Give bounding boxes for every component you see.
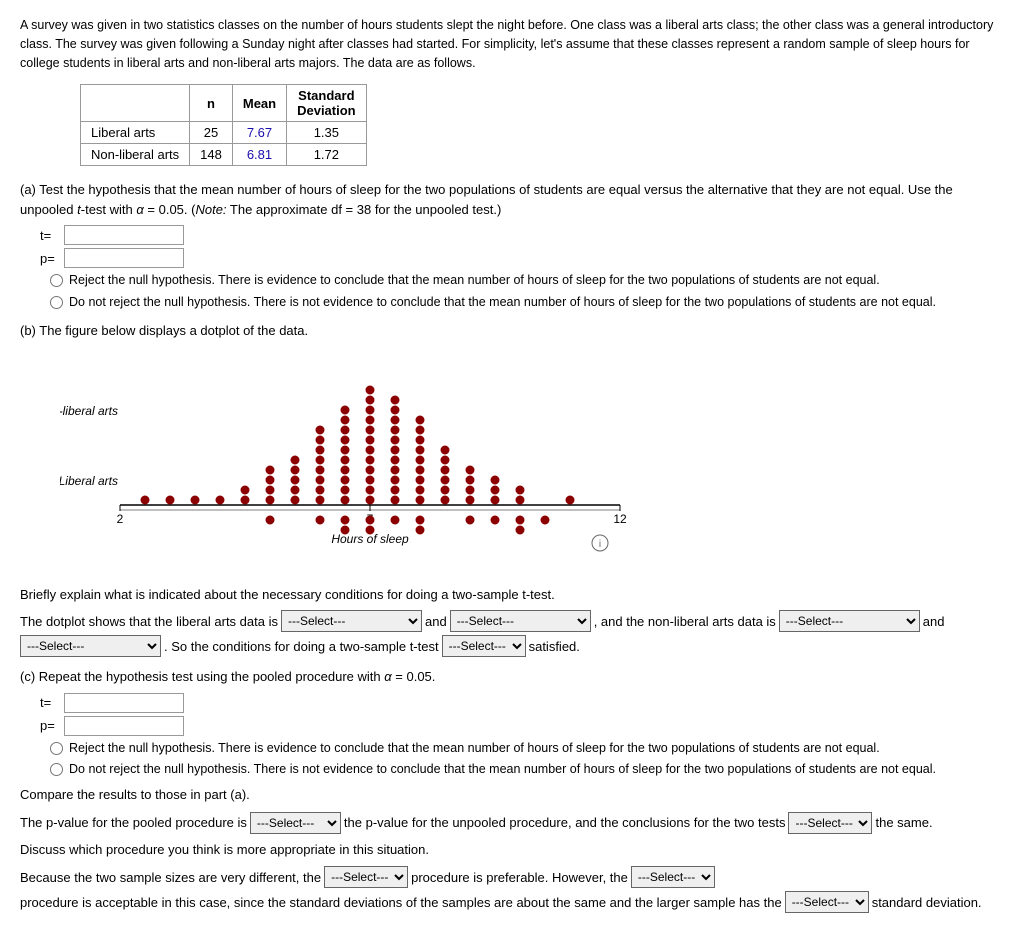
data-table: n Mean StandardDeviation Liberal arts 25…	[80, 84, 367, 166]
svg-text:i: i	[599, 539, 601, 550]
row-mean-liberal: 7.67	[232, 122, 286, 144]
discuss-mid2: procedure is acceptable in this case, si…	[20, 895, 782, 910]
discuss-mid1: procedure is preferable. However, the	[411, 870, 628, 885]
intro-text: A survey was given in two statistics cla…	[20, 16, 1004, 72]
t-input-row-c: t=	[40, 693, 1004, 713]
pvalue-start: The p-value for the pooled procedure is	[20, 815, 247, 830]
t-input-row-a: t=	[40, 225, 1004, 245]
radio-row-c1: Reject the null hypothesis. There is evi…	[50, 740, 1004, 758]
part-b-label: (b)	[20, 323, 36, 338]
part-a-label: (a)	[20, 182, 36, 197]
select-proc1[interactable]: ---Select--- pooled unpooled	[324, 866, 408, 888]
svg-text:12: 12	[613, 512, 627, 526]
col-header-0	[81, 85, 190, 122]
radio-a2[interactable]	[50, 296, 63, 309]
part-b-header: (b) The figure below displays a dotplot …	[20, 321, 1004, 341]
select-stdev[interactable]: ---Select--- larger smaller	[785, 891, 869, 913]
t-input-c[interactable]	[64, 693, 184, 713]
explain-l2-satisfied: satisfied.	[529, 639, 580, 654]
discuss-end: standard deviation.	[872, 895, 982, 910]
p-label-a: p=	[40, 251, 60, 266]
select-liberal-1[interactable]: ---Select--- approximately normal skewed…	[281, 610, 422, 632]
dotplot-container: 2 7 12 Hours of sleep i Non-liberal arts…	[60, 355, 964, 575]
row-mean-nonliberal: 6.81	[232, 144, 286, 166]
part-c-block: (c) Repeat the hypothesis test using the…	[20, 667, 1004, 913]
t-label-c: t=	[40, 695, 60, 710]
dotplot-svg: 2 7 12 Hours of sleep i Non-liberal arts…	[60, 355, 660, 575]
select-conditions[interactable]: ---Select--- are are not	[442, 635, 526, 657]
radio-c2-text: Do not reject the null hypothesis. There…	[69, 761, 936, 779]
discuss-label: Discuss which procedure you think is mor…	[20, 840, 1004, 861]
part-b-block: (b) The figure below displays a dotplot …	[20, 321, 1004, 657]
col-header-sd: StandardDeviation	[287, 85, 367, 122]
p-input-a[interactable]	[64, 248, 184, 268]
select-pvalue-compare[interactable]: ---Select--- less than greater than equa…	[250, 812, 341, 834]
row-n-nonliberal: 148	[190, 144, 233, 166]
p-input-c[interactable]	[64, 716, 184, 736]
row-label-liberal: Liberal arts	[81, 122, 190, 144]
explain-line1: The dotplot shows that the liberal arts …	[20, 610, 1004, 632]
p-label-c: p=	[40, 718, 60, 733]
p-input-row-c: p=	[40, 716, 1004, 736]
radio-c1[interactable]	[50, 742, 63, 755]
svg-text:Liberal arts: Liberal arts	[60, 474, 118, 488]
explain-l1-start: The dotplot shows that the liberal arts …	[20, 614, 278, 629]
part-a-block: (a) Test the hypothesis that the mean nu…	[20, 180, 1004, 311]
select-liberal-2[interactable]: ---Select--- approximately normal skewed…	[450, 610, 591, 632]
radio-c1-text: Reject the null hypothesis. There is evi…	[69, 740, 880, 758]
radio-row-a2: Do not reject the null hypothesis. There…	[50, 294, 1004, 312]
svg-text:Non-liberal arts: Non-liberal arts	[60, 404, 118, 418]
explain-l2-so: . So the conditions for doing a two-samp…	[164, 639, 439, 654]
discuss-start: Because the two sample sizes are very di…	[20, 870, 321, 885]
part-a-header: (a) Test the hypothesis that the mean nu…	[20, 180, 1004, 219]
explain-line2: ---Select--- approximately normal skewed…	[20, 635, 1004, 657]
table-row-nonliberal: Non-liberal arts 148 6.81 1.72	[81, 144, 367, 166]
part-c-question: Repeat the hypothesis test using the poo…	[39, 669, 436, 684]
select-proc2[interactable]: ---Select--- pooled unpooled	[631, 866, 715, 888]
select-nonliberal-1[interactable]: ---Select--- approximately normal skewed…	[779, 610, 920, 632]
radio-a2-text: Do not reject the null hypothesis. There…	[69, 294, 936, 312]
discuss-line: Because the two sample sizes are very di…	[20, 866, 1004, 913]
part-b-question: The figure below displays a dotplot of t…	[39, 323, 308, 338]
select-nonliberal-2[interactable]: ---Select--- approximately normal skewed…	[20, 635, 161, 657]
row-sd-liberal: 1.35	[287, 122, 367, 144]
pvalue-compare-line: The p-value for the pooled procedure is …	[20, 812, 1004, 834]
select-same[interactable]: ---Select--- are are not	[788, 812, 872, 834]
explain-l1-and2: , and the non-liberal arts data is	[594, 614, 776, 629]
svg-text:2: 2	[117, 512, 124, 526]
radio-a1[interactable]	[50, 274, 63, 287]
radio-a1-text: Reject the null hypothesis. There is evi…	[69, 272, 880, 290]
part-c-label: (c)	[20, 669, 35, 684]
radio-row-a1: Reject the null hypothesis. There is evi…	[50, 272, 1004, 290]
pvalue-end: the same.	[875, 815, 932, 830]
part-c-header: (c) Repeat the hypothesis test using the…	[20, 667, 1004, 687]
row-sd-nonliberal: 1.72	[287, 144, 367, 166]
explain-label: Briefly explain what is indicated about …	[20, 585, 1004, 605]
compare-label: Compare the results to those in part (a)…	[20, 785, 1004, 806]
pvalue-mid: the p-value for the unpooled procedure, …	[344, 815, 786, 830]
explain-l1-and1: and	[425, 614, 447, 629]
radio-row-c2: Do not reject the null hypothesis. There…	[50, 761, 1004, 779]
table-row-liberal: Liberal arts 25 7.67 1.35	[81, 122, 367, 144]
col-header-mean: Mean	[232, 85, 286, 122]
t-input-a[interactable]	[64, 225, 184, 245]
radio-c2[interactable]	[50, 763, 63, 776]
row-label-nonliberal: Non-liberal arts	[81, 144, 190, 166]
t-label-a: t=	[40, 228, 60, 243]
part-a-question: Test the hypothesis that the mean number…	[20, 182, 953, 217]
explain-l1-and3: and	[923, 614, 945, 629]
col-header-n: n	[190, 85, 233, 122]
p-input-row-a: p=	[40, 248, 1004, 268]
row-n-liberal: 25	[190, 122, 233, 144]
